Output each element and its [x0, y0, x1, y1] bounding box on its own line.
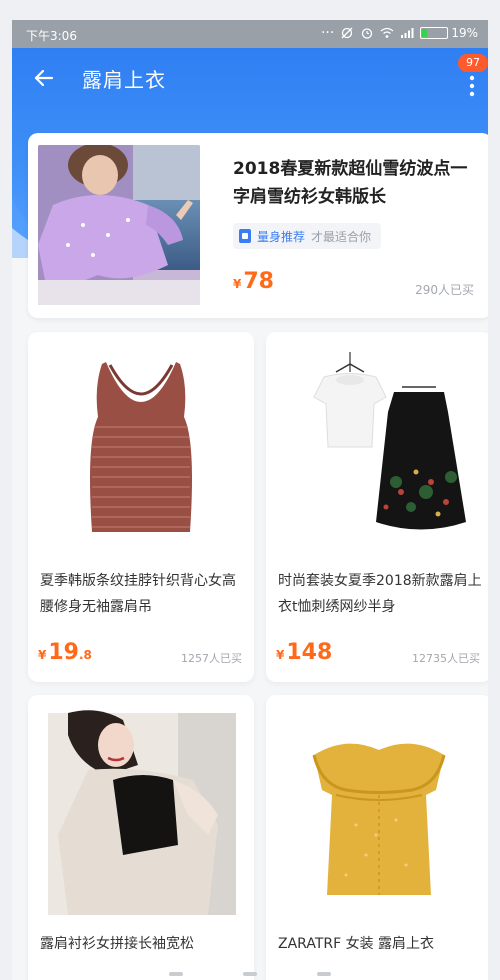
battery-icon [420, 27, 449, 39]
page-title: 露肩上衣 [82, 68, 166, 92]
battery-indicator: 19% [420, 26, 478, 40]
more-vertical-icon[interactable] [466, 72, 478, 102]
battery-percent: 19% [451, 26, 478, 40]
product-card[interactable]: 时尚套装女夏季2018新款露肩上衣t恤刺绣网纱半身 ¥148 12735人已买 [266, 332, 488, 682]
menu-key-icon[interactable] [169, 972, 183, 976]
home-key-icon[interactable] [243, 972, 257, 976]
featured-product-image[interactable] [38, 145, 200, 305]
bookmark-icon [239, 229, 251, 243]
status-bar: 下午3:06 ··· 19% [12, 20, 488, 48]
back-key-icon[interactable] [317, 972, 331, 976]
product-title[interactable]: 时尚套装女夏季2018新款露肩上衣t恤刺绣网纱半身 [278, 568, 483, 620]
product-sold-count: 12735人已买 [412, 652, 480, 665]
notification-badge: 97 [458, 54, 488, 72]
product-image[interactable] [28, 332, 254, 552]
featured-sold-count: 290人已买 [415, 283, 474, 297]
product-card[interactable]: ZARATRF 女装 露肩上衣 [266, 695, 488, 980]
product-sold-count: 1257人已买 [181, 652, 242, 665]
product-image[interactable] [28, 695, 254, 915]
product-price: ¥148 [276, 640, 333, 665]
lavender-blouse-photo-icon [38, 145, 200, 305]
phone-screen: 下午3:06 ··· 19% 露肩上衣 97 2018春夏新款超仙雪纺波点一字肩… [12, 20, 488, 980]
mute-icon [341, 27, 353, 39]
status-icons: ··· 19% [321, 26, 478, 40]
signal-icon [401, 28, 414, 38]
product-image[interactable] [266, 332, 488, 552]
product-title[interactable]: 夏季韩版条纹挂脖针织背心女高腰修身无袖露肩吊 [40, 568, 245, 620]
yellow-ruffle-top-icon [312, 743, 446, 895]
tag-secondary-text: 才最适合你 [311, 229, 372, 244]
system-nav-bar [12, 968, 488, 980]
featured-product-card[interactable]: 2018春夏新款超仙雪纺波点一字肩雪纺衫女韩版长 量身推荐 才最适合你 ¥78 … [28, 133, 488, 318]
featured-product-title[interactable]: 2018春夏新款超仙雪纺波点一字肩雪纺衫女韩版长 [233, 155, 483, 211]
tag-primary-text: 量身推荐 [257, 229, 306, 244]
alarm-icon [362, 28, 373, 39]
knit-tank-top-icon [90, 362, 192, 532]
product-title[interactable]: ZARATRF 女装 露肩上衣 [278, 931, 483, 957]
product-image[interactable] [266, 695, 488, 915]
product-title[interactable]: 露肩衬衫女拼接长袖宽松 [40, 931, 245, 957]
status-time: 下午3:06 [26, 29, 77, 43]
tshirt-skirt-set-icon [313, 352, 466, 530]
featured-price: ¥78 [233, 269, 274, 294]
back-arrow-icon[interactable] [32, 66, 56, 90]
wifi-icon [380, 27, 394, 38]
more-dots-icon: ··· [320, 25, 335, 41]
product-card[interactable]: 夏季韩版条纹挂脖针织背心女高腰修身无袖露肩吊 ¥19.8 1257人已买 [28, 332, 254, 682]
off-shoulder-shirt-photo-icon [48, 710, 236, 915]
product-card[interactable]: 露肩衬衫女拼接长袖宽松 [28, 695, 254, 980]
recommend-tag: 量身推荐 才最适合你 [233, 223, 382, 249]
product-price: ¥19.8 [38, 640, 92, 665]
